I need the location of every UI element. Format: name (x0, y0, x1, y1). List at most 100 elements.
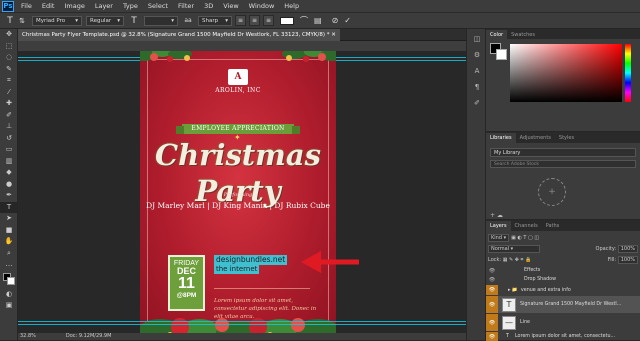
gradient-tool-icon[interactable]: ▥ (0, 156, 18, 168)
color-picker-field[interactable] (510, 44, 622, 102)
flyer-artboard[interactable]: A AROLIN, INC EMPLOYEE APPRECIATION ✦ Ch… (140, 51, 336, 333)
tab-adjustments[interactable]: Adjustments (516, 133, 555, 143)
marquee-tool-icon[interactable]: ⬚ (0, 41, 18, 53)
library-dropdown[interactable]: My Library (490, 148, 636, 157)
menu-3d[interactable]: 3D (199, 2, 218, 10)
zoom-level[interactable]: 32.8% (20, 333, 36, 340)
path-select-tool-icon[interactable]: ➤ (0, 213, 18, 225)
document-tab[interactable]: Christmas Party Flyer Template.psd @ 32.… (18, 29, 340, 41)
menu-filter[interactable]: Filter (173, 2, 199, 10)
quick-mask-icon[interactable]: ◐ (0, 289, 18, 301)
layer-row-selected-text[interactable]: 👁 T Signature Grand 1500 Mayfield Dr Wes… (486, 296, 640, 313)
align-center-icon[interactable]: ≡ (249, 15, 260, 26)
font-family-select[interactable]: Myriad Pro ▾ (32, 15, 82, 26)
eyedropper-tool-icon[interactable]: ⁄ (0, 87, 18, 99)
menu-image[interactable]: Image (59, 2, 89, 10)
background-chip[interactable] (496, 49, 507, 60)
color-panel (486, 39, 640, 131)
pen-tool-icon[interactable]: ✒ (0, 190, 18, 202)
antialias-select[interactable]: Sharp ▾ (198, 15, 232, 26)
move-tool-icon[interactable]: ✥ (0, 29, 18, 41)
more-tools-icon[interactable]: … (0, 259, 18, 271)
warp-text-icon[interactable]: ⌒ (300, 15, 308, 26)
color-chips[interactable] (0, 271, 18, 289)
filter-kind-select[interactable]: Kind ▾ (488, 233, 510, 242)
tab-styles[interactable]: Styles (555, 133, 578, 143)
lock-icons[interactable]: ▦ ✎ ✥ ⌗ 🔒 (503, 257, 532, 263)
blur-tool-icon[interactable]: ◆ (0, 167, 18, 179)
character-panel-icon[interactable]: A (467, 65, 487, 77)
libraries-panel-tabs: Libraries Adjustments Styles (486, 132, 640, 143)
library-drop-target-icon[interactable]: + (538, 178, 566, 206)
selected-text-box[interactable]: designbundles.net the internet (214, 255, 288, 275)
brush-panel-icon[interactable]: ✐ (467, 97, 487, 109)
eye-icon[interactable]: 👁 (486, 277, 498, 283)
screen-mode-icon[interactable]: ▣ (0, 300, 18, 312)
selected-text-line-2[interactable]: the internet (214, 265, 260, 274)
text-color-swatch[interactable] (280, 16, 294, 25)
layer-row-effects[interactable]: 👁 Effects (486, 266, 640, 275)
cancel-icon[interactable]: ⊘ (332, 16, 339, 25)
type-tool-icon[interactable]: T (0, 201, 18, 213)
filter-icons[interactable]: ▣ ◐ T ▢ ◫ (511, 235, 539, 241)
tab-libraries[interactable]: Libraries (486, 133, 516, 143)
hue-slider[interactable] (625, 44, 631, 102)
history-panel-icon[interactable]: ◫ (467, 33, 487, 45)
commit-icon[interactable]: ✓ (344, 16, 351, 25)
canvas[interactable]: A AROLIN, INC EMPLOYEE APPRECIATION ✦ Ch… (18, 51, 466, 333)
lasso-tool-icon[interactable]: ◌ (0, 52, 18, 64)
zoom-tool-icon[interactable]: ⌕ (0, 248, 18, 260)
color-panel-chips[interactable] (490, 43, 508, 61)
layer-row-drop-shadow[interactable]: 👁 Drop Shadow (486, 275, 640, 284)
close-icon[interactable]: ✕ (331, 32, 336, 38)
menu-view[interactable]: View (218, 2, 243, 10)
opacity-input[interactable]: 100% (617, 244, 638, 253)
text-orientation-icon[interactable]: ⇅ (16, 15, 28, 27)
menu-edit[interactable]: Edit (37, 2, 60, 10)
tab-paths[interactable]: Paths (542, 221, 564, 231)
layer-row-line[interactable]: 👁 — Line (486, 314, 640, 331)
eye-icon[interactable]: 👁 (486, 285, 498, 295)
layer-row-group[interactable]: 👁 ▸ 📁 venue and extra info (486, 285, 640, 295)
properties-panel-icon[interactable]: ⚙ (467, 49, 487, 61)
tab-layers[interactable]: Layers (486, 221, 511, 231)
paragraph-panel-icon[interactable]: ¶ (467, 81, 487, 93)
eye-icon[interactable]: 👁 (486, 296, 498, 313)
eye-icon[interactable]: 👁 (486, 314, 498, 331)
guide-bottom[interactable] (18, 321, 466, 322)
clone-stamp-tool-icon[interactable]: ⊥ (0, 121, 18, 133)
menu-file[interactable]: File (16, 2, 37, 10)
shape-tool-icon[interactable]: ■ (0, 225, 18, 237)
font-size-select[interactable]: ▾ (144, 15, 178, 26)
align-left-icon[interactable]: ≡ (235, 15, 246, 26)
menu-layer[interactable]: Layer (90, 2, 118, 10)
eye-icon[interactable]: 👁 (486, 268, 498, 274)
align-right-icon[interactable]: ≡ (263, 15, 274, 26)
text-layer-icon: T (506, 334, 509, 339)
menu-select[interactable]: Select (143, 2, 173, 10)
blend-mode-select[interactable]: Normal ▾ (488, 244, 540, 253)
font-style-select[interactable]: Regular ▾ (86, 15, 124, 26)
selected-text-line-1[interactable]: designbundles.net (214, 255, 288, 265)
hand-tool-icon[interactable]: ✋ (0, 236, 18, 248)
healing-tool-icon[interactable]: ✚ (0, 98, 18, 110)
eraser-tool-icon[interactable]: ▭ (0, 144, 18, 156)
brush-tool-icon[interactable]: ✐ (0, 110, 18, 122)
quick-select-tool-icon[interactable]: ✎ (0, 64, 18, 76)
character-panel-icon[interactable]: ▤ (314, 16, 322, 25)
library-search[interactable]: Search Adobe Stock (490, 160, 636, 168)
history-brush-tool-icon[interactable]: ↺ (0, 133, 18, 145)
menu-type[interactable]: Type (118, 2, 143, 10)
guide-bottom-2[interactable] (18, 324, 466, 325)
background-color[interactable] (7, 276, 15, 285)
menu-window[interactable]: Window (244, 2, 280, 10)
crop-tool-icon[interactable]: ⌗ (0, 75, 18, 87)
doc-size[interactable]: Doc: 9.12M/29.9M (66, 333, 112, 340)
tab-channels[interactable]: Channels (511, 221, 542, 231)
dodge-tool-icon[interactable]: ● (0, 179, 18, 191)
layers-panel-tabs: Layers Channels Paths (486, 220, 640, 231)
menu-help[interactable]: Help (279, 2, 304, 10)
type-tool-icon[interactable]: T (4, 15, 16, 27)
library-footer-icons[interactable]: + ☁ (490, 212, 503, 219)
fill-input[interactable]: 100% (617, 255, 638, 264)
